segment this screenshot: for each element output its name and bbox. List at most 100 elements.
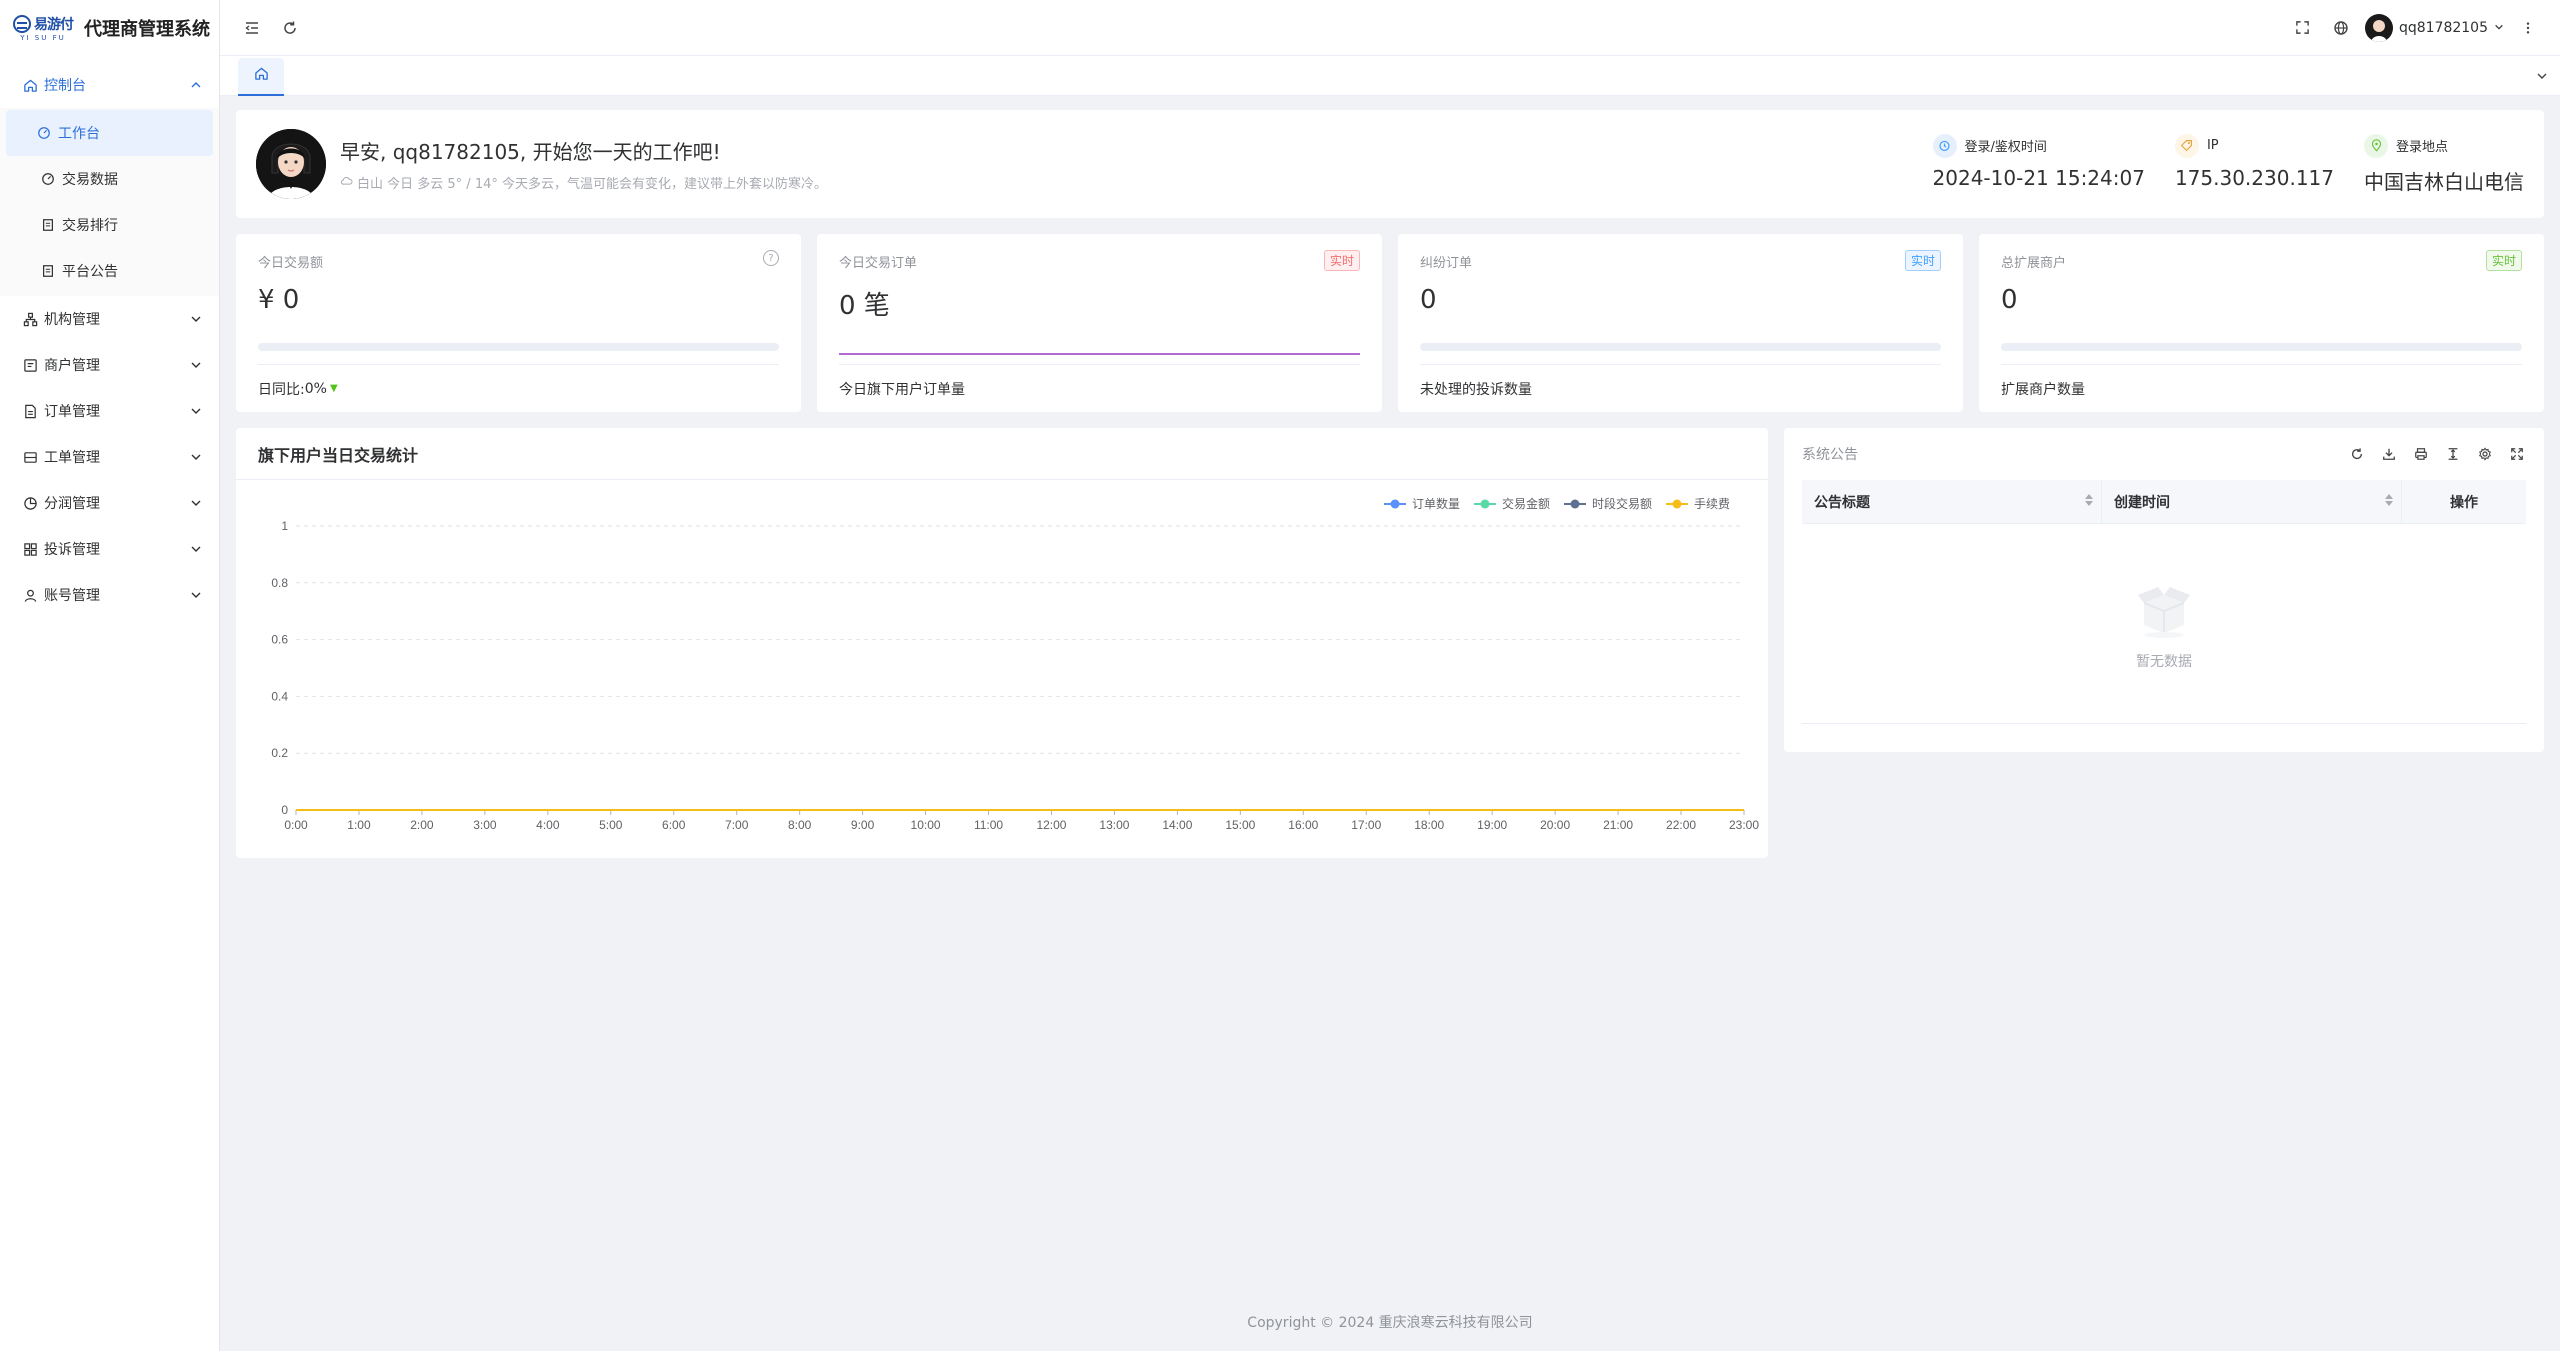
x-tick-label: 23:00	[1729, 818, 1759, 832]
sidebar-item-platform-notice[interactable]: 平台公告	[4, 248, 215, 294]
fullscreen-icon[interactable]	[2508, 445, 2526, 463]
chevron-up-icon	[189, 78, 203, 92]
legend-label: 手续费	[1694, 497, 1730, 511]
download-icon[interactable]	[2380, 445, 2398, 463]
column-header-created[interactable]: 创建时间	[2102, 480, 2402, 523]
x-tick-label: 2:00	[410, 818, 434, 832]
status-badge: 实时	[1904, 250, 1941, 271]
y-tick-label: 0.6	[271, 633, 288, 647]
order-icon	[22, 403, 38, 419]
sparkline	[839, 353, 1360, 355]
x-tick-label: 1:00	[347, 818, 371, 832]
chevron-down-icon	[189, 358, 203, 372]
trade-stats-chart: 00.20.40.60.810:00 1:00 2:00 3:00 4:00 5:00 6:…	[271, 496, 1759, 832]
logo-text: 易游付	[34, 17, 74, 33]
x-tick-label: 12:00	[1036, 818, 1066, 832]
login-time-label: 登录/鉴权时间	[1964, 140, 2047, 155]
home-icon	[254, 66, 269, 85]
x-tick-label: 0:00	[284, 818, 308, 832]
fullscreen-icon[interactable]	[2289, 14, 2317, 42]
x-tick-label: 5:00	[599, 818, 623, 832]
chevron-down-icon	[2494, 20, 2504, 36]
chevron-down-icon	[189, 450, 203, 464]
sidebar-item-label: 分润管理	[44, 496, 100, 512]
stat-footer-value: 0%	[304, 380, 327, 397]
x-tick-label: 16:00	[1288, 818, 1318, 832]
x-tick-label: 17:00	[1351, 818, 1381, 832]
notice-title: 系统公告	[1802, 447, 1858, 463]
merchant-icon	[22, 357, 38, 373]
document-icon	[40, 263, 56, 279]
sidebar-item-profit[interactable]: 分润管理	[0, 480, 219, 526]
sidebar-item-console[interactable]: 控制台	[0, 62, 219, 108]
collapse-menu-icon[interactable]	[238, 14, 266, 42]
location-label: 登录地点	[2396, 140, 2449, 155]
sidebar-item-workbench[interactable]: 工作台	[6, 110, 213, 156]
column-label: 创建时间	[2114, 494, 2170, 511]
x-tick-label: 9:00	[851, 818, 875, 832]
tab-home[interactable]	[238, 57, 284, 96]
x-tick-label: 7:00	[725, 818, 749, 832]
sidebar-item-label: 商户管理	[44, 358, 100, 374]
chevron-down-icon	[189, 542, 203, 556]
stat-footer: 日同比: 0% ▼	[258, 364, 779, 412]
ip-tag-icon	[2174, 133, 2199, 158]
print-icon[interactable]	[2412, 445, 2430, 463]
gauge-icon	[40, 171, 56, 187]
location-pin-icon	[2364, 133, 2388, 158]
sidebar-item-order[interactable]: 订单管理	[0, 388, 219, 434]
copyright-text: Copyright © 2024 重庆浪寒云科技有限公司	[1247, 1315, 1533, 1331]
pie-icon	[22, 495, 38, 511]
login-time-block: 登录/鉴权时间 2024-10-21 15:24:07	[1932, 133, 2145, 195]
stat-card-today-amount: 今日交易额 ? ¥ 0 日同比: 0% ▼	[236, 234, 801, 412]
chevron-down-icon[interactable]	[2534, 68, 2550, 84]
sort-icon[interactable]	[2085, 494, 2093, 506]
progress-bar	[1420, 343, 1941, 351]
logo-mark-icon	[13, 15, 31, 33]
x-tick-label: 8:00	[788, 818, 812, 832]
refresh-icon[interactable]	[2348, 445, 2366, 463]
sidebar-item-label: 交易数据	[62, 172, 118, 188]
progress-bar	[2001, 343, 2522, 351]
weather-text: 白山 今日 多云 5° / 14° 今天多云，气温可能会有变化，建议带上外套以防…	[357, 177, 827, 192]
chart-title: 旗下用户当日交易统计	[236, 428, 1768, 480]
sidebar-item-label: 交易排行	[62, 218, 118, 234]
logo[interactable]: 易游付 YI SU FU 代理商管理系统	[0, 0, 219, 56]
y-tick-label: 0.4	[271, 689, 288, 703]
sidebar-item-account[interactable]: 账号管理	[0, 572, 219, 618]
x-tick-label: 3:00	[473, 818, 497, 832]
stat-label: 今日交易额	[258, 256, 324, 271]
stat-card-dispute-orders: 纠纷订单 实时 0 未处理的投诉数量	[1398, 234, 1963, 412]
legend-label: 时段交易额	[1592, 496, 1652, 511]
user-menu[interactable]: qq81782105	[2364, 13, 2504, 42]
stat-footer-label: 未处理的投诉数量	[1420, 381, 1532, 398]
more-vertical-icon[interactable]	[2514, 14, 2542, 42]
chevron-down-icon	[189, 312, 203, 326]
sidebar-item-trade-data[interactable]: 交易数据	[4, 156, 215, 202]
sidebar-item-org[interactable]: 机构管理	[0, 296, 219, 342]
document-icon	[40, 217, 56, 233]
language-icon[interactable]	[2327, 14, 2355, 42]
chevron-down-icon	[189, 404, 203, 418]
progress-bar	[258, 343, 779, 351]
x-tick-label: 20:00	[1540, 818, 1570, 832]
login-info: 登录/鉴权时间 2024-10-21 15:24:07 IP 175.30.23…	[1932, 133, 2524, 195]
status-badge: 实时	[1323, 250, 1360, 271]
sidebar-item-ticket[interactable]: 工单管理	[0, 434, 219, 480]
sidebar-item-merchant[interactable]: 商户管理	[0, 342, 219, 388]
sort-icon[interactable]	[2385, 494, 2393, 506]
sidebar-item-trade-ranking[interactable]: 交易排行	[4, 202, 215, 248]
caret-down-icon: ▼	[329, 383, 338, 394]
refresh-icon[interactable]	[276, 14, 304, 42]
org-icon	[22, 311, 38, 327]
column-header-title[interactable]: 公告标题	[1802, 480, 2102, 523]
settings-icon[interactable]	[2476, 445, 2494, 463]
legend-label: 交易金额	[1502, 496, 1550, 511]
sidebar-item-complaint[interactable]: 投诉管理	[0, 526, 219, 572]
trade-stats-chart-card: 旗下用户当日交易统计 0 0.2 0.4 0.6 0.8 1 0:00 1:00 2:00 3:0…	[236, 428, 1768, 858]
status-badge: 实时	[2485, 250, 2522, 271]
home-icon	[22, 77, 38, 93]
help-icon[interactable]: ?	[763, 250, 779, 266]
column-height-icon[interactable]	[2444, 445, 2462, 463]
sidebar: 易游付 YI SU FU 代理商管理系统 控制台 工作台 交易数据 交易排行 平…	[0, 0, 220, 1351]
